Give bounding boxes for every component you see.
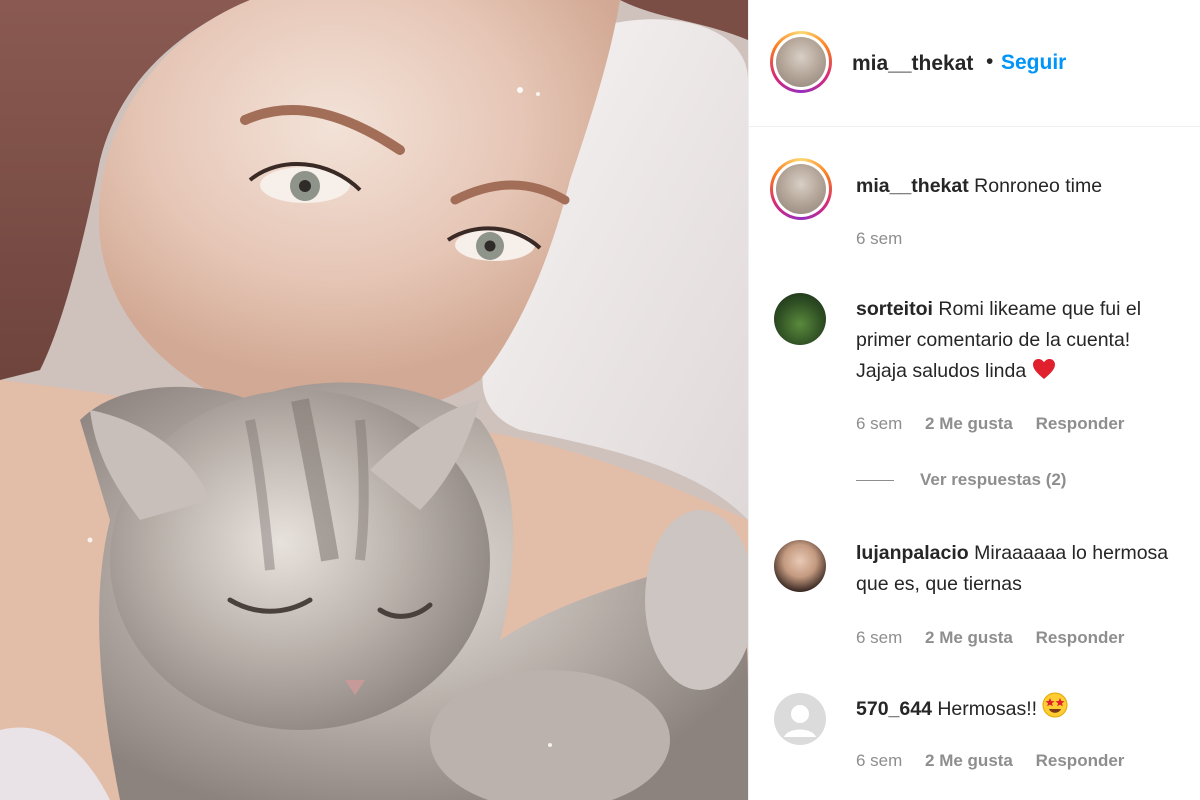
post-photo-illustration [0, 0, 748, 800]
caption-time[interactable]: 6 sem [856, 229, 902, 248]
post-photo[interactable] [0, 0, 748, 800]
comment-likes[interactable]: 2 Me gusta [925, 751, 1013, 770]
comment-username[interactable]: 570_644 [856, 698, 932, 720]
follow-button[interactable]: Seguir [1001, 51, 1066, 75]
reply-button[interactable]: Responder [1036, 628, 1125, 647]
author-username[interactable]: mia__thekat [852, 52, 973, 76]
comment-text: 570_644 Hermosas!! [856, 692, 1186, 725]
comment-time[interactable]: 6 sem [856, 751, 902, 770]
commenter-avatar[interactable] [774, 293, 826, 345]
comment-meta: 6 sem 2 Me gusta Responder [856, 751, 1142, 771]
commenter-avatar[interactable] [774, 540, 826, 592]
caption-text: mia__thekat Ronroneo time [856, 171, 1186, 202]
header-separator: • [986, 50, 994, 73]
comment-likes[interactable]: 2 Me gusta [925, 628, 1013, 647]
post-sidebar: mia__thekat • Seguir mia__thekat Ronrone… [749, 0, 1200, 800]
comment-likes[interactable]: 2 Me gusta [925, 414, 1013, 433]
post-header: mia__thekat • Seguir [749, 0, 1200, 127]
caption-body: Ronroneo time [974, 175, 1103, 197]
comment-meta: 6 sem 2 Me gusta Responder [856, 628, 1142, 648]
default-avatar[interactable] [774, 693, 826, 745]
caption-meta: 6 sem [856, 229, 920, 249]
cat-avatar-image [776, 164, 826, 214]
cat-avatar-image [776, 37, 826, 87]
comment-body: Hermosas!! [937, 698, 1038, 720]
comment-username[interactable]: sorteitoi [856, 298, 933, 320]
comment-time[interactable]: 6 sem [856, 628, 902, 647]
comment-meta: 6 sem 2 Me gusta Responder [856, 414, 1142, 434]
comment-username[interactable]: lujanpalacio [856, 542, 969, 564]
author-avatar[interactable] [770, 31, 832, 93]
reply-button[interactable]: Responder [1036, 414, 1125, 433]
user-placeholder-icon [774, 693, 826, 745]
red-heart-icon [1032, 359, 1055, 379]
caption-avatar[interactable] [770, 158, 832, 220]
star-struck-icon [1042, 692, 1068, 718]
comment-time[interactable]: 6 sem [856, 414, 902, 433]
comment-text: sorteitoi Romi likeame que fui el primer… [856, 294, 1186, 387]
view-replies-button[interactable]: Ver respuestas (2) [856, 470, 1066, 490]
view-replies-label: Ver respuestas (2) [920, 470, 1067, 489]
reply-button[interactable]: Responder [1036, 751, 1125, 770]
comment-text: lujanpalacio Miraaaaaa lo hermosa que es… [856, 538, 1186, 600]
caption-username[interactable]: mia__thekat [856, 175, 969, 197]
replies-line [856, 479, 894, 481]
